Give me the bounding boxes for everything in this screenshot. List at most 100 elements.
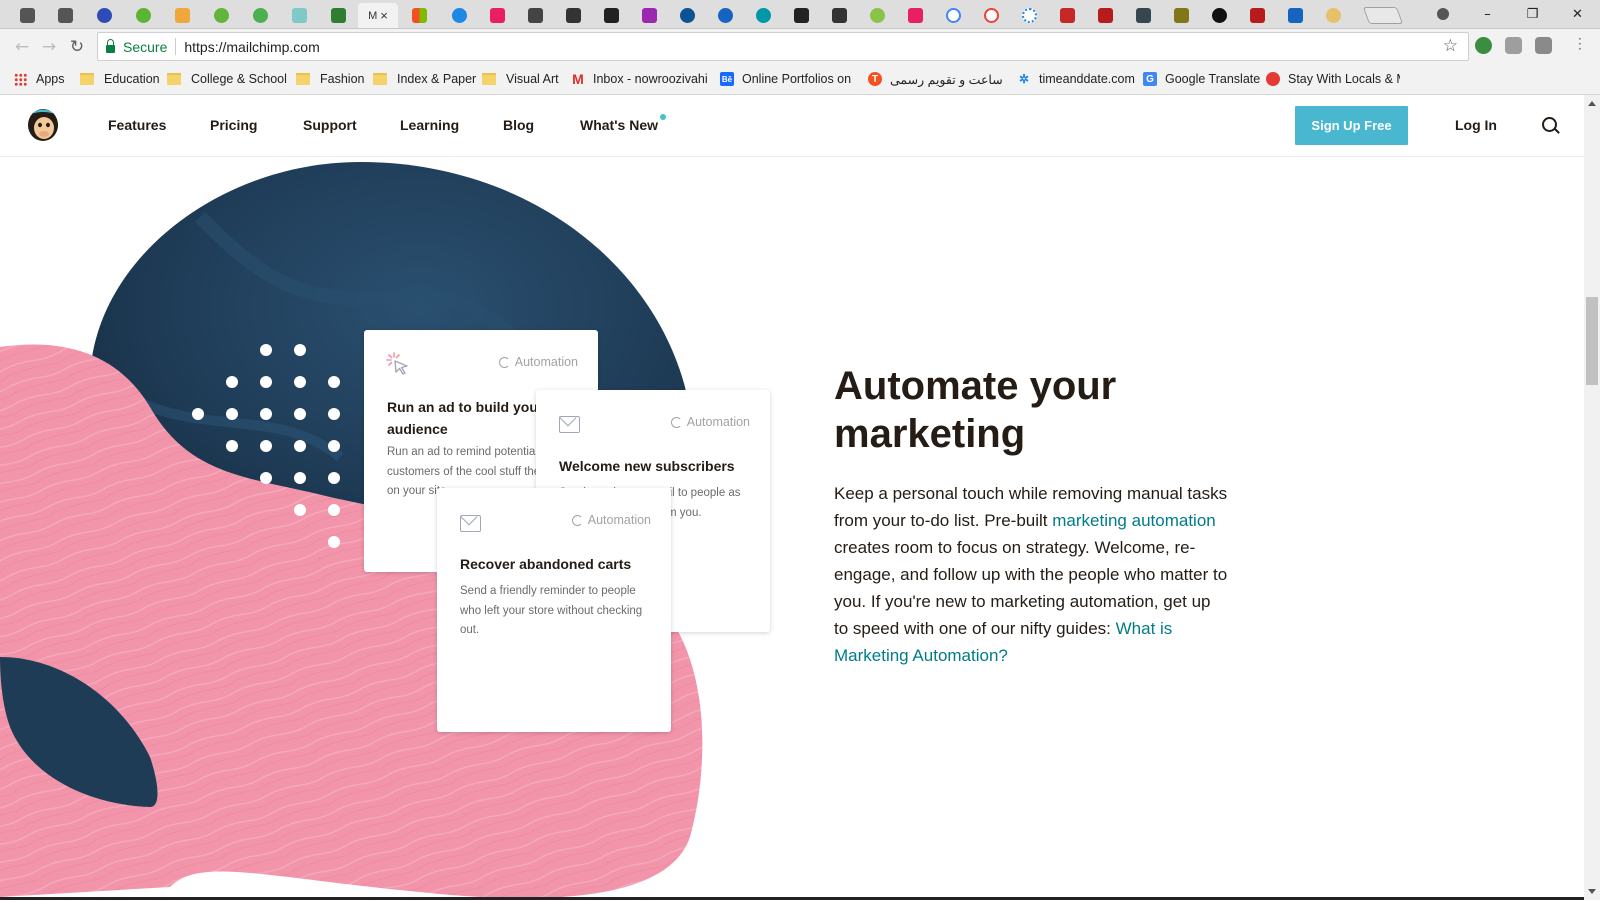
tab[interactable] bbox=[934, 3, 972, 28]
tab[interactable] bbox=[1010, 3, 1048, 28]
tab[interactable] bbox=[858, 3, 896, 28]
tab[interactable] bbox=[124, 3, 162, 28]
tab[interactable] bbox=[280, 3, 318, 28]
app-icon bbox=[527, 8, 543, 23]
bookmark-folder[interactable]: Visual Art bbox=[482, 70, 559, 88]
scroll-down-icon[interactable] bbox=[1588, 889, 1596, 894]
profile-icon[interactable] bbox=[1420, 3, 1465, 25]
mailchimp-logo[interactable] bbox=[25, 105, 61, 143]
tab[interactable] bbox=[782, 3, 820, 28]
card-description: Send a friendly reminder to people who l… bbox=[460, 585, 643, 636]
scroll-up-icon[interactable] bbox=[1588, 101, 1596, 106]
maximize-button[interactable]: ❐ bbox=[1510, 3, 1555, 25]
app-icon bbox=[1059, 8, 1075, 23]
app-icon bbox=[330, 8, 346, 23]
tab[interactable] bbox=[1086, 3, 1124, 28]
bookmark-timeanddate[interactable]: ✲ timeanddate.com bbox=[1017, 70, 1135, 88]
bookmark-folder[interactable]: Education bbox=[80, 70, 160, 88]
nav-whats-new[interactable]: What's New bbox=[580, 117, 658, 133]
scroll-thumb[interactable] bbox=[1586, 297, 1598, 385]
bookmark-folder[interactable]: Index & Paper bbox=[373, 70, 476, 88]
bookmark-apps[interactable]: Apps bbox=[14, 70, 65, 88]
reload-icon[interactable]: ↻ bbox=[66, 36, 88, 58]
close-icon[interactable]: × bbox=[380, 8, 388, 23]
app-icon bbox=[1249, 8, 1265, 23]
tab[interactable] bbox=[1238, 3, 1276, 28]
tab[interactable] bbox=[1276, 3, 1314, 28]
nav-blog[interactable]: Blog bbox=[503, 117, 534, 133]
sign-up-free-button[interactable]: Sign Up Free bbox=[1295, 106, 1408, 145]
tab[interactable] bbox=[440, 3, 478, 28]
tab[interactable] bbox=[319, 3, 357, 28]
tab[interactable] bbox=[478, 3, 516, 28]
tab[interactable] bbox=[744, 3, 782, 28]
bookmark-label: Visual Art bbox=[506, 72, 559, 86]
nav-pricing[interactable]: Pricing bbox=[210, 117, 257, 133]
page-scrollbar[interactable] bbox=[1584, 95, 1600, 900]
app-icon bbox=[1173, 8, 1189, 23]
tab[interactable] bbox=[592, 3, 630, 28]
bookmark-time[interactable]: T ساعت و تقویم رسمی bbox=[868, 70, 1003, 88]
tab[interactable] bbox=[630, 3, 668, 28]
section-body: Keep a personal touch while removing man… bbox=[834, 480, 1229, 669]
folder-icon bbox=[482, 73, 496, 85]
tab[interactable] bbox=[972, 3, 1010, 28]
extension-icon[interactable] bbox=[1475, 37, 1492, 54]
app-icon bbox=[1211, 8, 1227, 23]
nav-support[interactable]: Support bbox=[303, 117, 357, 133]
browser-menu-icon[interactable]: · · · bbox=[1578, 33, 1582, 55]
new-tab-button[interactable] bbox=[1362, 7, 1404, 24]
tab[interactable] bbox=[46, 3, 84, 28]
minimize-button[interactable]: – bbox=[1465, 3, 1510, 25]
card-title: Welcome new subscribers bbox=[559, 458, 735, 474]
bookmark-star-icon[interactable]: ☆ bbox=[1443, 36, 1458, 56]
tab[interactable] bbox=[668, 3, 706, 28]
log-in-link[interactable]: Log In bbox=[1455, 117, 1497, 133]
back-icon[interactable]: ← bbox=[11, 36, 33, 58]
badge-label: Automation bbox=[514, 355, 578, 369]
close-window-button[interactable]: ✕ bbox=[1555, 3, 1600, 25]
browser-tab-strip: M × – ❐ ✕ bbox=[0, 0, 1600, 29]
bookmark-couchsurfing[interactable]: Stay With Locals & M bbox=[1266, 70, 1400, 88]
sync-icon bbox=[571, 514, 583, 526]
tab-mailchimp-active[interactable]: M × bbox=[358, 3, 398, 28]
tab[interactable] bbox=[1124, 3, 1162, 28]
sync-icon bbox=[498, 356, 510, 368]
app-icon bbox=[831, 8, 847, 23]
app-icon bbox=[717, 8, 733, 23]
tab[interactable] bbox=[1048, 3, 1086, 28]
tab[interactable] bbox=[706, 3, 744, 28]
tab[interactable] bbox=[1314, 3, 1352, 28]
tab[interactable] bbox=[1162, 3, 1200, 28]
nav-learning[interactable]: Learning bbox=[400, 117, 459, 133]
bookmark-label: Google Translate bbox=[1165, 72, 1261, 86]
bookmark-folder[interactable]: Fashion bbox=[296, 70, 364, 88]
extension-icon[interactable] bbox=[1505, 37, 1522, 54]
bookmark-behance[interactable]: Bē Online Portfolios on B bbox=[720, 70, 854, 88]
camera-icon[interactable] bbox=[1535, 37, 1552, 54]
tab[interactable] bbox=[163, 3, 201, 28]
tab[interactable] bbox=[1200, 3, 1238, 28]
tab[interactable] bbox=[85, 3, 123, 28]
tab[interactable] bbox=[554, 3, 592, 28]
automation-card-carts[interactable]: Automation Recover abandoned carts Send … bbox=[437, 488, 671, 732]
tab[interactable] bbox=[516, 3, 554, 28]
tab[interactable] bbox=[8, 3, 46, 28]
tab[interactable] bbox=[820, 3, 858, 28]
tab[interactable] bbox=[241, 3, 279, 28]
t-icon: T bbox=[868, 72, 882, 86]
tab[interactable] bbox=[202, 3, 240, 28]
badge-label: Automation bbox=[587, 513, 651, 527]
tab[interactable] bbox=[896, 3, 934, 28]
nav-features[interactable]: Features bbox=[108, 117, 166, 133]
app-icon bbox=[96, 8, 112, 23]
address-bar[interactable]: Secure https://mailchimp.com ☆ bbox=[97, 32, 1469, 61]
marketing-automation-link[interactable]: marketing automation bbox=[1052, 511, 1215, 530]
url-text[interactable]: https://mailchimp.com bbox=[184, 39, 319, 55]
bookmark-folder[interactable]: College & School bbox=[167, 70, 287, 88]
bookmark-gmail[interactable]: M Inbox - nowroozivahi bbox=[571, 70, 708, 88]
bookmark-google-translate[interactable]: G Google Translate bbox=[1143, 70, 1260, 88]
forward-icon[interactable]: → bbox=[38, 36, 60, 58]
tab[interactable] bbox=[400, 3, 438, 28]
search-icon[interactable] bbox=[1542, 117, 1557, 132]
